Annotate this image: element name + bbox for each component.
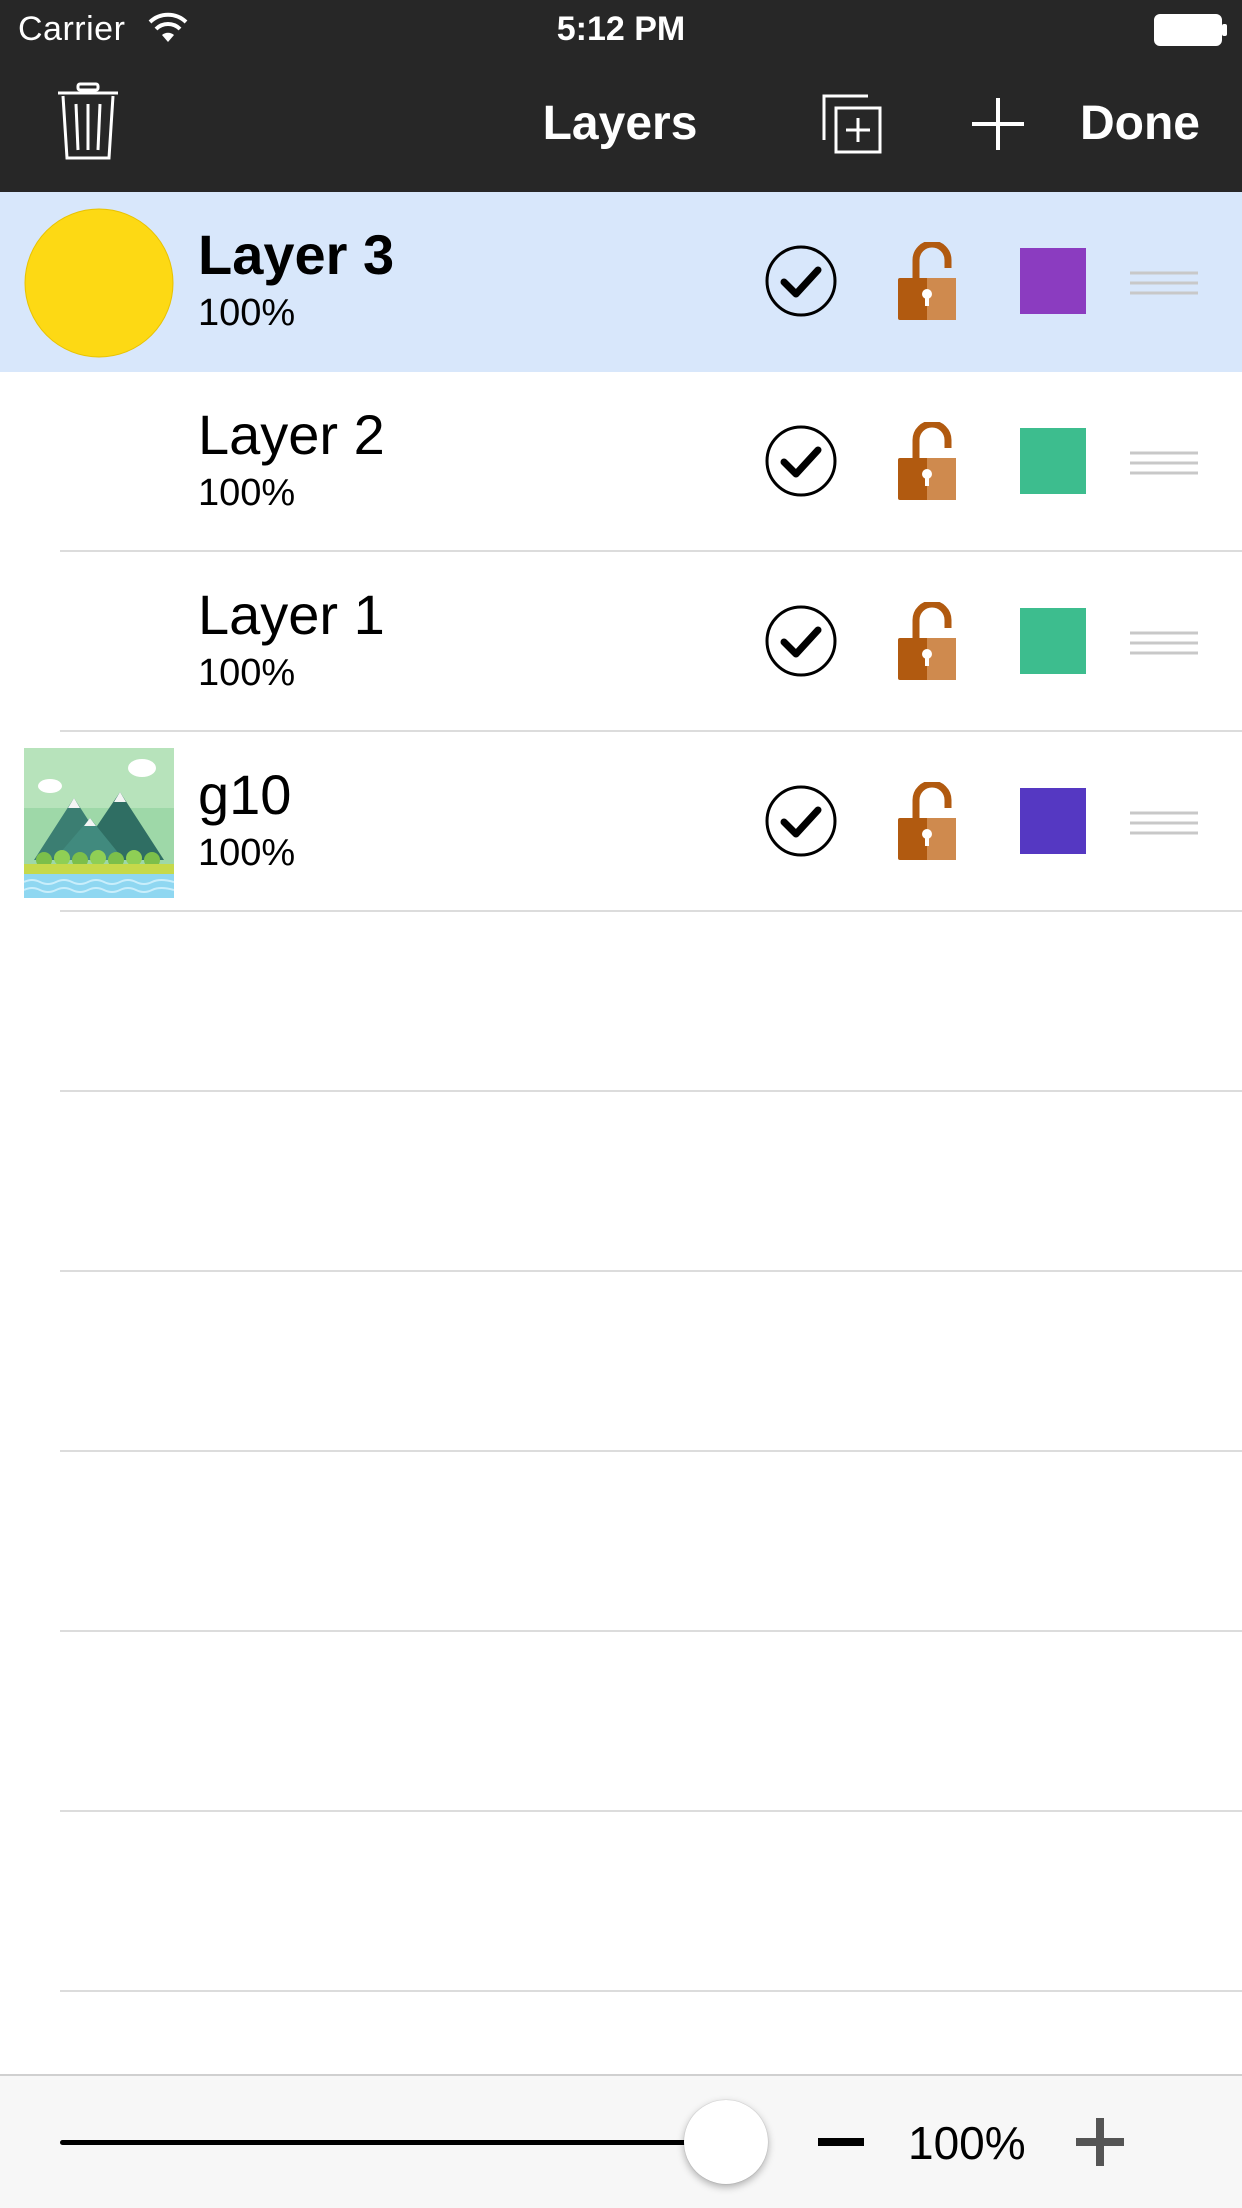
landscape-thumbnail (24, 748, 174, 898)
visibility-check-icon[interactable] (764, 424, 838, 498)
drag-handle-icon[interactable] (1130, 810, 1198, 836)
empty-row (0, 1812, 1242, 1992)
layer-opacity: 100% (198, 652, 296, 694)
bottom-toolbar: 100% (0, 2074, 1242, 2208)
layer-name: Layer 2 (198, 403, 385, 466)
battery-full-icon (1154, 14, 1227, 46)
row-divider (60, 1990, 1242, 1992)
unlock-icon[interactable] (896, 782, 958, 862)
drag-handle-icon[interactable] (1130, 630, 1198, 656)
opacity-slider-track[interactable] (60, 2140, 726, 2145)
trash-icon[interactable] (56, 82, 120, 162)
duplicate-layer-icon[interactable] (822, 94, 884, 156)
layer-color-swatch[interactable] (1020, 608, 1086, 674)
done-button[interactable]: Done (1080, 96, 1200, 151)
unlock-icon[interactable] (896, 602, 958, 682)
drag-handle-icon[interactable] (1130, 450, 1198, 476)
layer-name: g10 (198, 763, 292, 826)
layer-row[interactable]: g10 100% (0, 732, 1242, 912)
plus-icon-vertical (1096, 2118, 1104, 2166)
empty-row (0, 1092, 1242, 1272)
layer-list: Layer 3 100% Layer 2 100% Layer 1 100% g… (0, 192, 1242, 2074)
empty-row (0, 912, 1242, 1092)
visibility-check-icon[interactable] (764, 784, 838, 858)
page-title: Layers (542, 97, 698, 150)
layer-name: Layer 3 (198, 223, 395, 286)
opacity-value: 100% (908, 2117, 1026, 2169)
top-bar: Carrier 5:12 PM Layers Done (0, 0, 1242, 192)
layer-opacity: 100% (198, 832, 296, 874)
unlock-icon[interactable] (896, 422, 958, 502)
plus-icon[interactable] (1076, 2118, 1124, 2166)
layer-row[interactable]: Layer 3 100% (0, 192, 1242, 372)
minus-icon[interactable] (818, 2138, 864, 2146)
add-layer-icon[interactable] (968, 94, 1028, 154)
empty-row (0, 1272, 1242, 1452)
drag-handle-icon[interactable] (1130, 270, 1198, 296)
layer-color-swatch[interactable] (1020, 428, 1086, 494)
status-time: 5:12 PM (556, 10, 686, 48)
opacity-slider-thumb[interactable] (684, 2100, 768, 2184)
layer-opacity: 100% (198, 292, 296, 334)
unlock-icon[interactable] (896, 242, 958, 322)
empty-row (0, 1452, 1242, 1632)
layer-row[interactable]: Layer 2 100% (0, 372, 1242, 552)
layer-opacity: 100% (198, 472, 296, 514)
layer-color-swatch[interactable] (1020, 788, 1086, 854)
layer-row[interactable]: Layer 1 100% (0, 552, 1242, 732)
visibility-check-icon[interactable] (764, 604, 838, 678)
visibility-check-icon[interactable] (764, 244, 838, 318)
layer-thumbnail (24, 208, 174, 358)
empty-row (0, 1632, 1242, 1812)
layer-color-swatch[interactable] (1020, 248, 1086, 314)
layer-name: Layer 1 (198, 583, 385, 646)
